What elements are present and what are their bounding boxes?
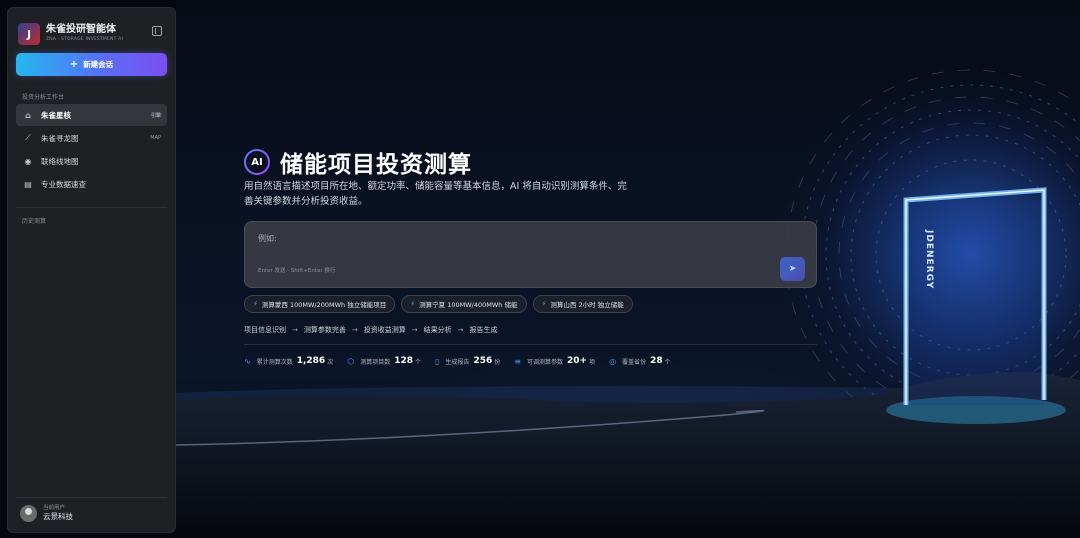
suggestion-chip[interactable]: ⚡ 测算宁夏 100MW/400MWh 储能 bbox=[401, 295, 527, 313]
plus-icon: + bbox=[69, 59, 79, 70]
sliders-icon: ≡ bbox=[514, 356, 521, 366]
suggestion-chip[interactable]: ⚡ 测算山西 2小时 独立储能 bbox=[532, 295, 633, 313]
cube-icon: ⬡ bbox=[347, 356, 355, 366]
step: 报告生成 bbox=[469, 326, 498, 334]
map-pin-icon: ◎ bbox=[609, 356, 617, 366]
step: 测算参数完善 bbox=[303, 326, 346, 334]
history-label: 历史测算 bbox=[22, 218, 47, 225]
chip-label: 测算宁夏 100MW/400MWh 储能 bbox=[419, 301, 518, 309]
bolt-icon: ⚡ bbox=[410, 300, 416, 308]
sidebar: J 朱雀投研智能体 ZNA · STORAGE INVESTMENT AI + … bbox=[7, 7, 176, 533]
send-button[interactable]: ➤ bbox=[780, 257, 805, 281]
brand-name: 朱雀投研智能体 bbox=[46, 24, 116, 35]
new-chat-button[interactable]: + 新建会话 bbox=[16, 53, 167, 76]
stats-bar: ∿ 累计测算次数 1,286 次 ⬡ 测算项目数 128 个 ▯ 生成报告 25… bbox=[244, 356, 685, 366]
sidebar-item-tag: 引擎 bbox=[150, 112, 161, 119]
workflow-steps: 项目信息识别 → 测算参数完善 → 投资收益测算 → 结果分析 → 报告生成 bbox=[244, 325, 498, 335]
stat-value: 28 bbox=[650, 356, 663, 366]
stat-value: 256 bbox=[473, 356, 493, 366]
prompt-placeholder: 例如: bbox=[258, 234, 277, 243]
collapse-sidebar-icon[interactable] bbox=[152, 26, 162, 36]
brand-subtitle: ZNA · STORAGE INVESTMENT AI bbox=[46, 37, 123, 42]
eye-icon: ◉ bbox=[24, 156, 32, 166]
arrow-right-icon: → bbox=[411, 326, 418, 334]
user-role: 当前用户 bbox=[43, 505, 66, 511]
divider bbox=[16, 207, 167, 208]
stat-label: 可调测算参数 bbox=[526, 358, 563, 366]
stat-label: 测算项目数 bbox=[360, 358, 391, 366]
user-profile[interactable]: 当前用户 云景科技 bbox=[20, 504, 73, 522]
stat-unit: 个 bbox=[664, 358, 671, 366]
brand-logo: J bbox=[18, 23, 40, 45]
arrow-right-icon: → bbox=[292, 326, 298, 334]
avatar bbox=[20, 504, 37, 522]
sidebar-item-map[interactable]: ⟋ 朱雀寻龙图 MAP bbox=[16, 127, 167, 149]
brand: J 朱雀投研智能体 ZNA · STORAGE INVESTMENT AI bbox=[18, 23, 123, 45]
section-label: 投资分析工作台 bbox=[22, 94, 65, 101]
prompt-hint: Enter 发送 · Shift+Enter 换行 bbox=[258, 268, 336, 274]
home-icon: ⌂ bbox=[25, 110, 31, 120]
suggestion-chips: ⚡ 测算蒙西 100MW/200MWh 独立储能项目 ⚡ 测算宁夏 100MW/… bbox=[244, 295, 639, 313]
stat-unit: 项 bbox=[589, 358, 596, 366]
document-icon: ▤ bbox=[24, 179, 32, 189]
stat-unit: 次 bbox=[327, 358, 334, 366]
stat-unit: 份 bbox=[494, 358, 501, 366]
bolt-icon: ⚡ bbox=[253, 300, 258, 308]
arrow-right-icon: → bbox=[351, 326, 358, 334]
stat-value: 1,286 bbox=[296, 356, 326, 366]
arrow-right-icon: → bbox=[457, 326, 464, 334]
stat-item: ≡ 可调测算参数 20+ 项 bbox=[514, 356, 595, 366]
stat-value: 20+ bbox=[566, 356, 588, 366]
user-name: 云景科技 bbox=[43, 512, 73, 521]
sidebar-item-data[interactable]: ▤ 专业数据速查 bbox=[16, 173, 167, 195]
stat-label: 生成报告 bbox=[445, 358, 470, 366]
bolt-icon: ⚡ bbox=[541, 300, 547, 308]
sidebar-item-lines[interactable]: ◉ 联络线地图 bbox=[16, 150, 167, 172]
stat-unit: 个 bbox=[415, 358, 422, 366]
step: 结果分析 bbox=[423, 326, 452, 334]
stat-item: ◎ 覆盖省份 28 个 bbox=[609, 356, 671, 366]
step: 投资收益测算 bbox=[363, 326, 406, 334]
sidebar-nav: ⌂ 朱雀星核 引擎 ⟋ 朱雀寻龙图 MAP ◉ 联络线地图 ▤ 专业数据速查 bbox=[16, 104, 167, 196]
portal-text: JDENERGY bbox=[924, 230, 934, 290]
prompt-input[interactable]: 例如: Enter 发送 · Shift+Enter 换行 ➤ bbox=[244, 221, 817, 288]
sidebar-item-label: 朱雀寻龙图 bbox=[41, 133, 79, 143]
sidebar-item-tag: MAP bbox=[150, 135, 161, 141]
sidebar-item-label: 专业数据速查 bbox=[41, 179, 86, 189]
stat-item: ⬡ 测算项目数 128 个 bbox=[347, 356, 421, 366]
stat-item: ∿ 累计测算次数 1,286 次 bbox=[244, 356, 333, 366]
divider bbox=[16, 497, 167, 498]
sidebar-item-core[interactable]: ⌂ 朱雀星核 引擎 bbox=[16, 104, 167, 126]
chip-label: 测算蒙西 100MW/200MWh 独立储能项目 bbox=[261, 301, 387, 309]
page-description: 用自然语言描述项目所在地、额定功率、储能容量等基本信息，AI 将自动识别测算条件… bbox=[244, 181, 627, 207]
page-title: 储能项目投资测算 bbox=[280, 152, 472, 178]
suggestion-chip[interactable]: ⚡ 测算蒙西 100MW/200MWh 独立储能项目 bbox=[244, 295, 396, 313]
page-header: AI 储能项目投资测算 bbox=[244, 145, 472, 179]
divider bbox=[244, 344, 817, 345]
file-icon: ▯ bbox=[435, 356, 440, 366]
ai-icon: AI bbox=[244, 149, 270, 175]
send-icon: ➤ bbox=[788, 264, 797, 274]
chip-label: 测算山西 2小时 独立储能 bbox=[550, 301, 624, 309]
sidebar-item-label: 朱雀星核 bbox=[41, 110, 71, 120]
sidebar-item-label: 联络线地图 bbox=[41, 156, 79, 166]
step: 项目信息识别 bbox=[244, 326, 286, 334]
chart-line-icon: ⟋ bbox=[25, 133, 31, 142]
stat-label: 覆盖省份 bbox=[622, 358, 647, 366]
new-chat-label: 新建会话 bbox=[83, 60, 114, 69]
stat-label: 累计测算次数 bbox=[256, 358, 293, 366]
activity-icon: ∿ bbox=[244, 356, 251, 366]
stat-item: ▯ 生成报告 256 份 bbox=[435, 356, 500, 366]
stat-value: 128 bbox=[394, 356, 413, 366]
